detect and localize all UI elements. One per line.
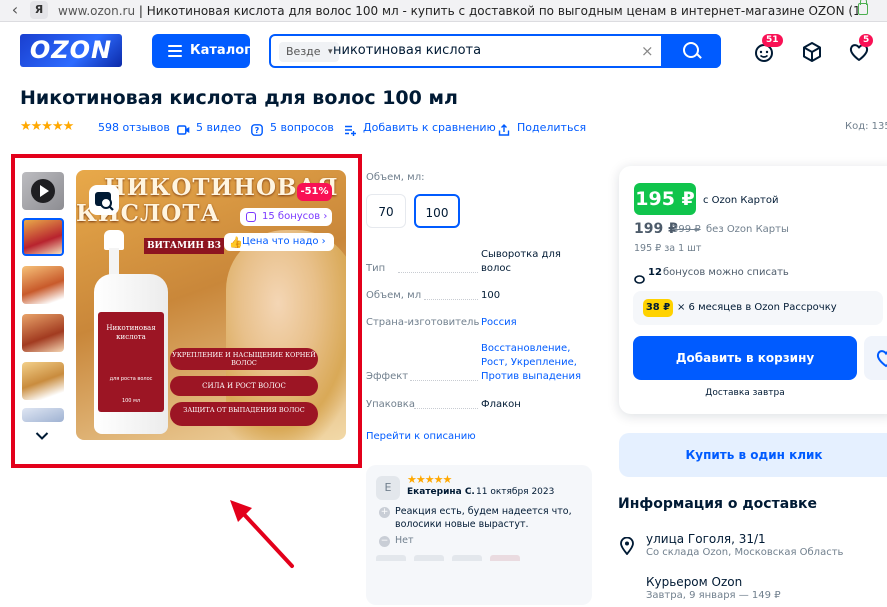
question-icon: ?: [251, 121, 263, 136]
unit-price: 195 ₽ за 1 шт: [634, 243, 702, 254]
svg-text:?: ?: [255, 126, 260, 135]
spec-value-package: Флакон: [481, 399, 521, 410]
spec-value-effect-line3[interactable]: Против выпадения: [481, 371, 581, 382]
heart-icon: [876, 350, 887, 368]
back-icon[interactable]: ‹: [6, 1, 24, 19]
catalog-button[interactable]: Каталог: [152, 34, 251, 68]
share-icon: [498, 121, 510, 136]
review-stars: ★★★★★: [407, 473, 452, 486]
installment-price: 38 ₽: [643, 299, 673, 317]
review-cons: Нет: [395, 535, 414, 546]
review-author: Екатерина С.: [407, 487, 475, 497]
url-text[interactable]: www.ozon.ru | Никотиновая кислота для во…: [58, 0, 858, 22]
browser-address-bar: ‹ Я www.ozon.ru | Никотиновая кислота дл…: [0, 0, 887, 22]
search-input[interactable]: никотиновая кислота: [333, 36, 481, 66]
spec-value-volume: 100: [481, 290, 501, 301]
profile-badge: 51: [762, 34, 783, 47]
bonus-text: бонусов можно списать: [663, 267, 789, 278]
url-domain: www.ozon.ru: [58, 4, 136, 18]
yandex-icon[interactable]: Я: [30, 1, 48, 19]
volume-option-70[interactable]: 70: [366, 194, 406, 228]
volume-option-100[interactable]: 100: [414, 194, 460, 228]
orders-box-icon[interactable]: [800, 40, 824, 64]
catalog-label: Каталог: [190, 43, 251, 58]
goto-description-link[interactable]: Перейти к описанию: [366, 431, 476, 442]
location-pin-icon: [620, 536, 634, 556]
buy-one-click-button[interactable]: Купить в один клик: [619, 433, 887, 477]
search-button[interactable]: [661, 34, 721, 68]
menu-icon: [168, 45, 182, 57]
courier-option[interactable]: Курьером Ozon: [646, 575, 742, 589]
review-date: 11 октября 2023: [476, 487, 555, 497]
review-photo-2[interactable]: [414, 555, 444, 561]
spec-value-type-line2: волос: [481, 263, 512, 274]
review-photo-3[interactable]: [452, 555, 482, 561]
url-separator: |: [135, 4, 147, 18]
bonus-points-icon: [634, 269, 645, 284]
clear-search-icon[interactable]: ×: [641, 36, 654, 66]
courier-option-sub: Завтра, 9 января — 149 ₽: [646, 590, 781, 601]
reviews-link[interactable]: 598 отзывов: [98, 121, 170, 134]
ozon-card-price-label: с Ozon Картой: [703, 195, 779, 206]
delivery-hint: Доставка завтра: [705, 388, 785, 398]
share-link[interactable]: Поделиться: [517, 121, 586, 134]
favorites-badge: 5: [859, 34, 874, 47]
review-card[interactable]: E ★★★★★ Екатерина С. · 11 октября 2023 +…: [366, 465, 592, 605]
spec-value-effect-line2[interactable]: Рост, Укрепление,: [481, 357, 577, 368]
spec-value-country[interactable]: Россия: [481, 317, 517, 328]
delivery-address-sub: Со склада Ozon, Московская Область: [646, 547, 844, 558]
delivery-address[interactable]: улица Гоголя, 31/1: [646, 532, 766, 546]
spec-label-package: Упаковка: [366, 399, 415, 410]
add-to-compare-link[interactable]: Добавить к сравнению: [363, 121, 496, 134]
volume-label: Объем, мл:: [366, 172, 425, 183]
spec-label-volume: Объем, мл: [366, 290, 422, 301]
spec-value-type-line1: Сыворотка для: [481, 249, 561, 260]
review-photo-1[interactable]: [376, 555, 406, 561]
spec-label-type: Тип: [366, 263, 386, 274]
annotation-arrow: [218, 490, 318, 580]
product-code: Код: 1350: [845, 121, 887, 132]
review-photo-4[interactable]: [490, 555, 520, 561]
questions-link[interactable]: 5 вопросов: [270, 121, 334, 134]
ozon-card-price: 195 ₽: [634, 183, 696, 215]
review-text-line2: волосики новые вырастут.: [395, 519, 529, 530]
rating-stars[interactable]: ★★★★★: [20, 120, 74, 134]
old-price: 399 ₽: [672, 224, 701, 235]
ozon-product-page: { "browser": { "domain": "www.ozon.ru", …: [0, 0, 887, 607]
videos-link[interactable]: 5 видео: [196, 121, 241, 134]
search-bar[interactable]: Везде никотиновая кислота ×: [269, 34, 721, 68]
favorite-button[interactable]: [864, 336, 887, 380]
spec-value-effect-line1[interactable]: Восстановление,: [481, 343, 570, 354]
review-text-line1: Реакция есть, будем надеется что,: [395, 506, 572, 517]
video-icon: [177, 121, 190, 135]
search-scope-select[interactable]: Везде: [279, 42, 339, 62]
compare-icon: [344, 121, 356, 136]
installment-text: × 6 месяцев в Ozon Рассрочку: [677, 302, 837, 313]
bonus-count: 12: [648, 267, 662, 278]
spec-label-country: Страна-изготовитель: [366, 317, 480, 328]
lock-icon: [858, 0, 868, 15]
spec-label-effect: Эффект: [366, 371, 409, 382]
minus-icon: −: [379, 536, 390, 547]
annotation-highlight-box: [11, 154, 362, 468]
product-title: Никотиновая кислота для волос 100 мл: [20, 87, 458, 109]
review-avatar: E: [376, 476, 400, 500]
url-page-title: Никотиновая кислота для волос 100 мл - к…: [146, 4, 858, 18]
regular-price-label: без Ozon Карты: [706, 224, 789, 235]
ozon-logo[interactable]: OZON: [20, 34, 122, 67]
add-to-cart-button[interactable]: Добавить в корзину: [633, 336, 857, 380]
plus-icon: +: [379, 507, 390, 518]
delivery-info-title: Информация о доставке: [618, 496, 817, 512]
